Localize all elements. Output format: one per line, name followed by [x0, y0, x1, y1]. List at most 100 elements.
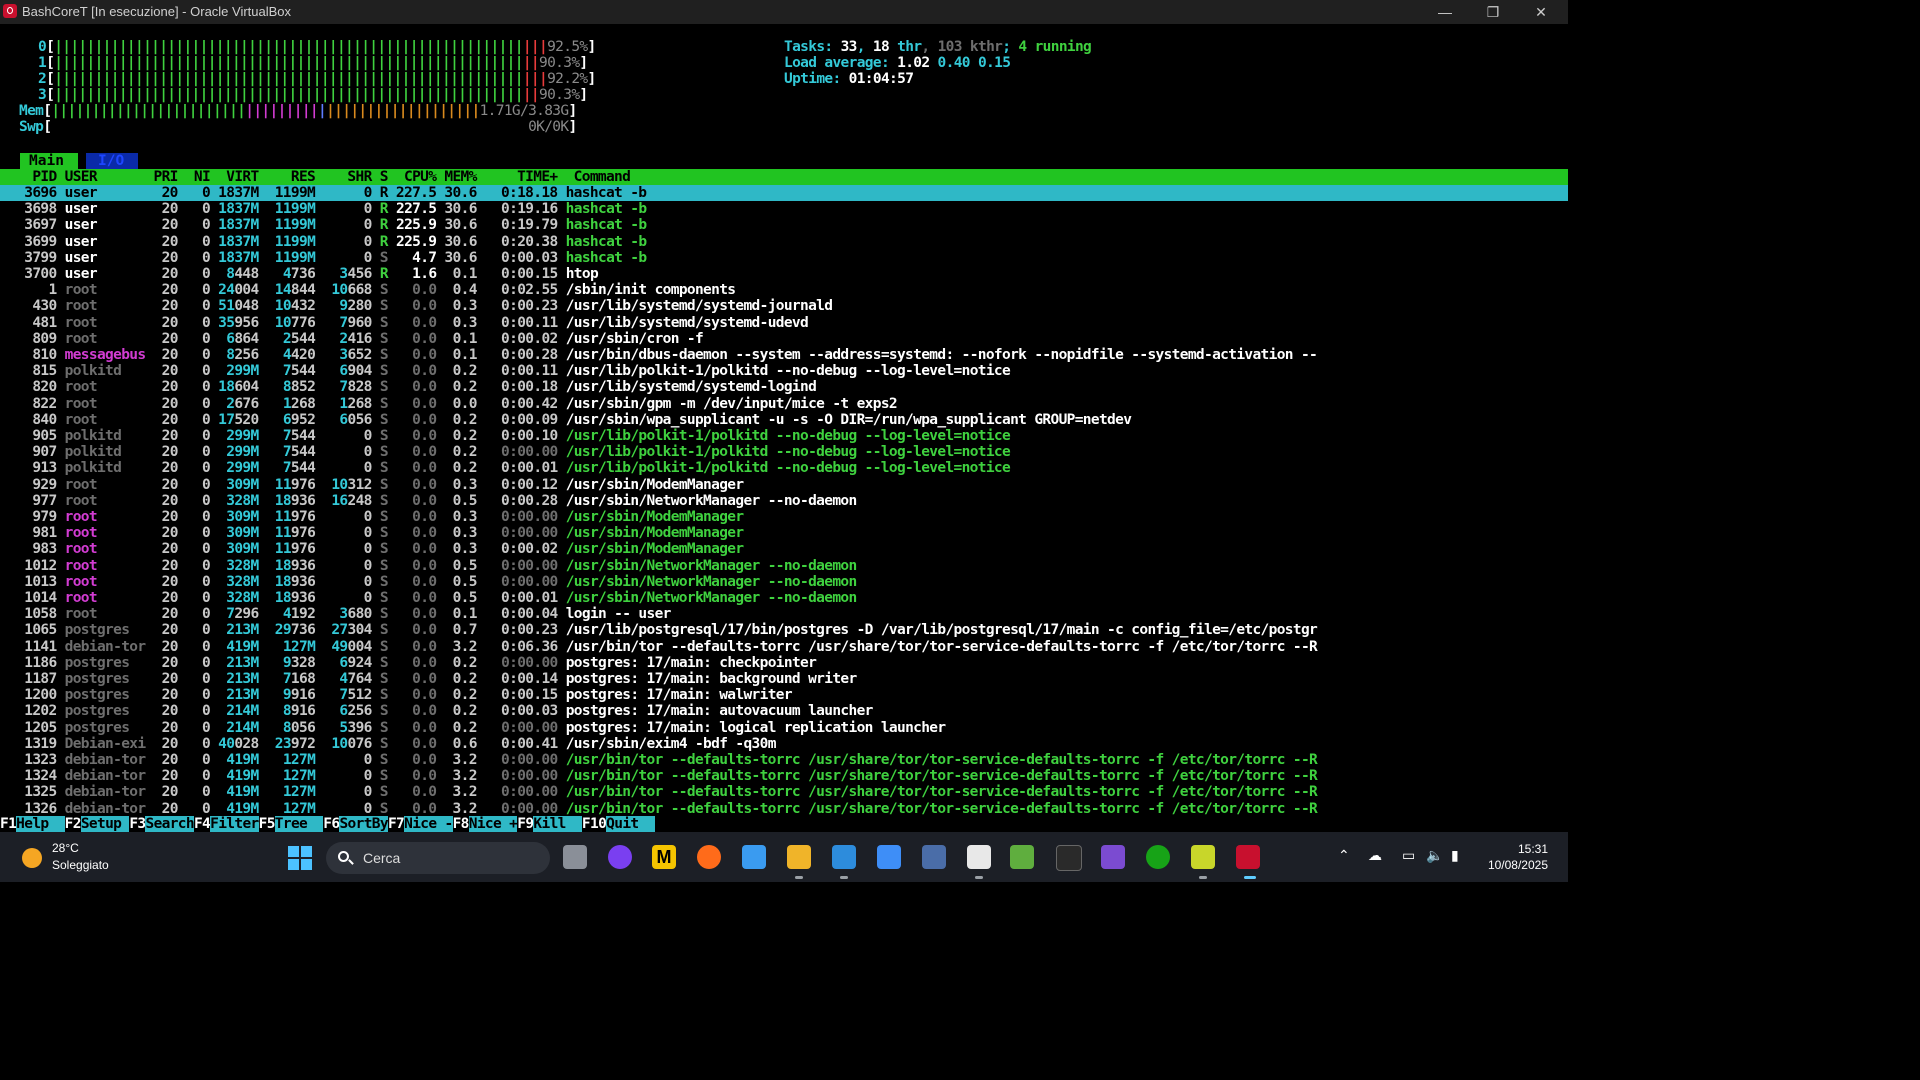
minimize-button[interactable]: —	[1422, 0, 1468, 24]
fkey-f7[interactable]: F7	[387, 816, 405, 832]
process-table-header[interactable]: PID USER PRI NI VIRT RES SHR S CPU% MEM%…	[0, 169, 1568, 185]
table-row[interactable]: 1324 debian-tor 20 0 419M 127M 0 S 0.0 3…	[0, 768, 1568, 784]
table-row[interactable]: 840 root 20 0 17520 6952 6056 S 0.0 0.2 …	[0, 412, 1568, 428]
virtualbox-taskbar-icon[interactable]	[1236, 845, 1260, 869]
terminal-icon[interactable]	[1056, 845, 1082, 871]
table-row[interactable]: 1065 postgres 20 0 213M 29736 27304 S 0.…	[0, 622, 1568, 638]
search-box[interactable]: Cerca	[326, 842, 550, 874]
table-row[interactable]: 3698 user 20 0 1837M 1199M 0 R 227.5 30.…	[0, 201, 1568, 217]
table-row[interactable]: 3799 user 20 0 1837M 1199M 0 S 4.7 30.6 …	[0, 250, 1568, 266]
table-row[interactable]: 815 polkitd 20 0 299M 7544 6904 S 0.0 0.…	[0, 363, 1568, 379]
table-row[interactable]: 481 root 20 0 35956 10776 7960 S 0.0 0.3…	[0, 315, 1568, 331]
fkey-f9[interactable]: F9	[517, 816, 534, 832]
vscode-icon[interactable]	[832, 845, 856, 869]
cpu2-meter: 2[||||||||||||||||||||||||||||||||||||||…	[38, 71, 596, 87]
app-icon[interactable]	[1191, 845, 1215, 869]
table-row[interactable]: 1319 Debian-exi 20 0 40028 23972 10076 S…	[0, 736, 1568, 752]
table-row[interactable]: 430 root 20 0 51048 10432 9280 S 0.0 0.3…	[0, 298, 1568, 314]
function-key-bar[interactable]: F1Help F2Setup F3SearchF4FilterF5Tree F6…	[0, 816, 1568, 832]
table-row[interactable]: 1200 postgres 20 0 213M 9916 7512 S 0.0 …	[0, 687, 1568, 703]
table-row[interactable]: 913 polkitd 20 0 299M 7544 0 S 0.0 0.2 0…	[0, 460, 1568, 476]
snipping-tool-icon[interactable]	[967, 845, 991, 869]
volume-icon[interactable]: 🔈	[1426, 847, 1443, 864]
table-row[interactable]: 1013 root 20 0 328M 18936 0 S 0.0 0.5 0:…	[0, 574, 1568, 590]
fkey-f4[interactable]: F4	[193, 816, 211, 832]
load-average-line: Load average: 1.02 0.40 0.15	[784, 55, 1011, 71]
file-explorer-icon[interactable]	[787, 845, 811, 869]
table-row[interactable]: 1012 root 20 0 328M 18936 0 S 0.0 0.5 0:…	[0, 558, 1568, 574]
proton-vpn-icon[interactable]	[1101, 845, 1125, 869]
cpu0-meter: 0[||||||||||||||||||||||||||||||||||||||…	[38, 39, 596, 55]
battery-icon[interactable]: ▮	[1451, 847, 1459, 864]
maximize-button[interactable]: ❐	[1470, 0, 1516, 24]
table-row[interactable]: 820 root 20 0 18604 8852 7828 S 0.0 0.2 …	[0, 379, 1568, 395]
fkey-f8[interactable]: F8	[452, 816, 469, 832]
fkey-label[interactable]: Search	[145, 816, 195, 832]
table-row[interactable]: 981 root 20 0 309M 11976 0 S 0.0 0.3 0:0…	[0, 525, 1568, 541]
fkey-f1[interactable]: F1	[0, 816, 17, 832]
fkey-f5[interactable]: F5	[258, 816, 275, 832]
firefox-icon[interactable]	[697, 845, 721, 869]
network-icon[interactable]: ▭	[1402, 847, 1415, 864]
terminal-screen[interactable]: 0[||||||||||||||||||||||||||||||||||||||…	[0, 24, 1568, 832]
table-row[interactable]: 3699 user 20 0 1837M 1199M 0 R 225.9 30.…	[0, 234, 1568, 250]
table-row[interactable]: 3700 user 20 0 8448 4736 3456 R 1.6 0.1 …	[0, 266, 1568, 282]
fkey-label[interactable]: Nice +	[468, 816, 518, 832]
table-row[interactable]: 1 root 20 0 24004 14844 10668 S 0.0 0.4 …	[0, 282, 1568, 298]
swap-meter: Swp[ 0K/0K]	[19, 119, 577, 135]
tab-io[interactable]: I/O	[86, 153, 138, 169]
fkey-label[interactable]: Filter	[210, 816, 259, 832]
windows-taskbar: 28°C Soleggiato Cerca M ⌃ ☁ ▭ 🔈 ▮ 15:31 …	[0, 832, 1568, 882]
table-row[interactable]: 977 root 20 0 328M 18936 16248 S 0.0 0.5…	[0, 493, 1568, 509]
table-row[interactable]: 1186 postgres 20 0 213M 9328 6924 S 0.0 …	[0, 655, 1568, 671]
task-view-icon[interactable]	[563, 845, 587, 869]
close-button[interactable]: ✕	[1518, 0, 1564, 24]
fkey-f6[interactable]: F6	[323, 816, 340, 832]
window-title: BashCoreT [In esecuzione] - Oracle Virtu…	[22, 4, 292, 19]
fkey-label[interactable]: Help	[16, 816, 65, 832]
notepad-icon[interactable]	[877, 845, 901, 869]
table-row[interactable]: 929 root 20 0 309M 11976 10312 S 0.0 0.3…	[0, 477, 1568, 493]
fkey-label[interactable]: SortBy	[339, 816, 389, 832]
table-row[interactable]: 1323 debian-tor 20 0 419M 127M 0 S 0.0 3…	[0, 752, 1568, 768]
table-row[interactable]: 1014 root 20 0 328M 18936 0 S 0.0 0.5 0:…	[0, 590, 1568, 606]
table-row[interactable]: 1205 postgres 20 0 214M 8056 5396 S 0.0 …	[0, 720, 1568, 736]
table-row[interactable]: 1326 debian-tor 20 0 419M 127M 0 S 0.0 3…	[0, 801, 1568, 817]
tab-main[interactable]: Main	[20, 153, 78, 169]
malwarebytes-icon[interactable]: M	[652, 845, 676, 869]
table-row[interactable]: 979 root 20 0 309M 11976 0 S 0.0 0.3 0:0…	[0, 509, 1568, 525]
copilot-app-icon[interactable]	[742, 845, 766, 869]
fkey-label[interactable]: Setup	[80, 816, 130, 832]
table-row[interactable]: 1058 root 20 0 7296 4192 3680 S 0.0 0.1 …	[0, 606, 1568, 622]
table-row[interactable]: 3696 user 20 0 1837M 1199M 0 R 227.5 30.…	[0, 185, 1568, 201]
image-viewer-icon[interactable]	[1010, 845, 1034, 869]
clock[interactable]: 15:31 10/08/2025	[1488, 841, 1548, 873]
fkey-label[interactable]: Quit	[606, 816, 655, 832]
table-row[interactable]: 1141 debian-tor 20 0 419M 127M 49004 S 0…	[0, 639, 1568, 655]
copilot-icon[interactable]	[608, 845, 632, 869]
table-row[interactable]: 809 root 20 0 6864 2544 2416 S 0.0 0.1 0…	[0, 331, 1568, 347]
xbox-icon[interactable]	[1146, 845, 1170, 869]
cpu3-meter: 3[||||||||||||||||||||||||||||||||||||||…	[38, 87, 588, 103]
table-row[interactable]: 1187 postgres 20 0 213M 7168 4764 S 0.0 …	[0, 671, 1568, 687]
fkey-f3[interactable]: F3	[129, 816, 146, 832]
window-titlebar: BashCoreT [In esecuzione] - Oracle Virtu…	[0, 0, 1568, 24]
fkey-label[interactable]: Nice -	[404, 816, 453, 832]
fkey-f10[interactable]: F10	[581, 816, 607, 832]
chevron-up-icon[interactable]: ⌃	[1338, 847, 1350, 864]
fkey-label[interactable]: Tree	[274, 816, 324, 832]
fkey-label[interactable]: Kill	[533, 816, 582, 832]
table-row[interactable]: 983 root 20 0 309M 11976 0 S 0.0 0.3 0:0…	[0, 541, 1568, 557]
table-row[interactable]: 1325 debian-tor 20 0 419M 127M 0 S 0.0 3…	[0, 784, 1568, 800]
fkey-f2[interactable]: F2	[64, 816, 81, 832]
cloud-icon[interactable]: ☁	[1368, 847, 1382, 864]
table-row[interactable]: 907 polkitd 20 0 299M 7544 0 S 0.0 0.2 0…	[0, 444, 1568, 460]
table-row[interactable]: 3697 user 20 0 1837M 1199M 0 R 225.9 30.…	[0, 217, 1568, 233]
table-row[interactable]: 822 root 20 0 2676 1268 1268 S 0.0 0.0 0…	[0, 396, 1568, 412]
memory-meter: Mem[||||||||||||||||||||||||||||||||||||…	[19, 103, 577, 119]
calculator-icon[interactable]	[922, 845, 946, 869]
table-row[interactable]: 810 messagebus 20 0 8256 4420 3652 S 0.0…	[0, 347, 1568, 363]
start-button[interactable]	[288, 846, 312, 870]
table-row[interactable]: 1202 postgres 20 0 214M 8916 6256 S 0.0 …	[0, 703, 1568, 719]
table-row[interactable]: 905 polkitd 20 0 299M 7544 0 S 0.0 0.2 0…	[0, 428, 1568, 444]
